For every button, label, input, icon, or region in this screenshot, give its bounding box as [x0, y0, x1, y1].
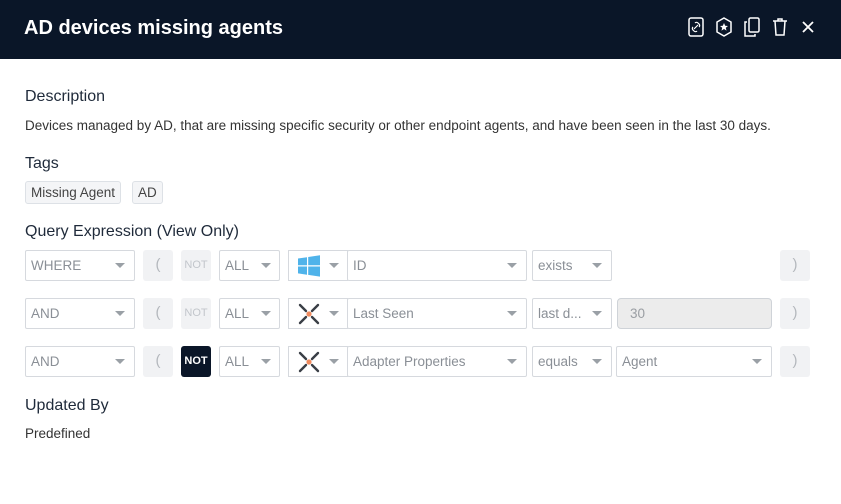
close-icon[interactable]: [799, 16, 817, 38]
adapter-select[interactable]: [288, 346, 348, 377]
scope-select[interactable]: ALL: [219, 250, 280, 281]
aggregated-adapters-icon: [297, 351, 321, 373]
chevron-down-icon: [507, 311, 517, 316]
not-toggle[interactable]: NOT: [181, 346, 211, 377]
field-value: Last Seen: [353, 306, 414, 321]
logic-value: AND: [31, 306, 60, 321]
chevron-down-icon: [329, 311, 339, 316]
operator-value: equals: [538, 354, 578, 369]
scope-value: ALL: [225, 258, 250, 273]
close-paren-button[interactable]: ): [780, 250, 810, 281]
open-paren-button[interactable]: (: [143, 298, 173, 329]
logic-select[interactable]: AND: [25, 346, 135, 377]
not-toggle[interactable]: NOT: [181, 298, 211, 329]
adapter-select[interactable]: [288, 250, 348, 281]
panel-header: AD devices missing agents: [0, 0, 841, 59]
tag-missing-agent: Missing Agent: [25, 181, 122, 204]
query-row: AND ( NOT ALL Last Seen last d... 30 ): [25, 298, 815, 329]
value-text: Agent: [622, 354, 658, 369]
tags-heading: Tags: [25, 155, 59, 172]
link-copy-icon[interactable]: [687, 16, 705, 38]
chevron-down-icon: [592, 263, 602, 268]
logic-value: WHERE: [31, 258, 82, 273]
chevron-down-icon: [261, 311, 271, 316]
chevron-down-icon: [752, 359, 762, 364]
field-select[interactable]: ID: [347, 250, 527, 281]
operator-value: exists: [538, 258, 573, 273]
query-row: WHERE ( NOT ALL ID exists ): [25, 250, 815, 281]
operator-select[interactable]: equals: [532, 346, 612, 377]
windows-icon: [297, 255, 321, 277]
adapter-select[interactable]: [288, 298, 348, 329]
operator-select[interactable]: exists: [532, 250, 612, 281]
not-toggle[interactable]: NOT: [181, 250, 211, 281]
field-select[interactable]: Adapter Properties: [347, 346, 527, 377]
scope-select[interactable]: ALL: [219, 298, 280, 329]
operator-select[interactable]: last d...: [532, 298, 612, 329]
logic-value: AND: [31, 354, 60, 369]
chevron-down-icon: [329, 263, 339, 268]
scope-select[interactable]: ALL: [219, 346, 280, 377]
open-paren-button[interactable]: (: [143, 250, 173, 281]
value-input[interactable]: 30: [617, 298, 772, 329]
scope-value: ALL: [225, 306, 250, 321]
aggregated-adapters-icon: [297, 303, 321, 325]
query-row: AND ( NOT ALL Adapter Properties equals …: [25, 346, 815, 377]
favorite-badge-icon[interactable]: [715, 16, 733, 38]
logic-select[interactable]: AND: [25, 298, 135, 329]
tag-ad: AD: [132, 181, 163, 204]
chevron-down-icon: [329, 359, 339, 364]
operator-value: last d...: [538, 306, 582, 321]
chevron-down-icon: [261, 263, 271, 268]
field-value: Adapter Properties: [353, 354, 466, 369]
updated-by-value: Predefined: [25, 426, 91, 441]
close-paren-button[interactable]: ): [780, 346, 810, 377]
delete-icon[interactable]: [771, 16, 789, 38]
chevron-down-icon: [507, 263, 517, 268]
updated-by-heading: Updated By: [25, 397, 109, 414]
chevron-down-icon: [507, 359, 517, 364]
field-value: ID: [353, 258, 367, 273]
chevron-down-icon: [115, 263, 125, 268]
chevron-down-icon: [592, 359, 602, 364]
chevron-down-icon: [261, 359, 271, 364]
description-heading: Description: [25, 88, 106, 105]
duplicate-icon[interactable]: [743, 16, 761, 38]
field-select[interactable]: Last Seen: [347, 298, 527, 329]
description-text: Devices managed by AD, that are missing …: [25, 118, 771, 133]
chevron-down-icon: [115, 311, 125, 316]
scope-value: ALL: [225, 354, 250, 369]
close-paren-button[interactable]: ): [780, 298, 810, 329]
chevron-down-icon: [115, 359, 125, 364]
header-actions: [687, 16, 817, 38]
query-heading: Query Expression (View Only): [25, 223, 239, 240]
chevron-down-icon: [592, 311, 602, 316]
logic-select[interactable]: WHERE: [25, 250, 135, 281]
value-select[interactable]: Agent: [616, 346, 772, 377]
open-paren-button[interactable]: (: [143, 346, 173, 377]
page-title: AD devices missing agents: [24, 17, 283, 39]
